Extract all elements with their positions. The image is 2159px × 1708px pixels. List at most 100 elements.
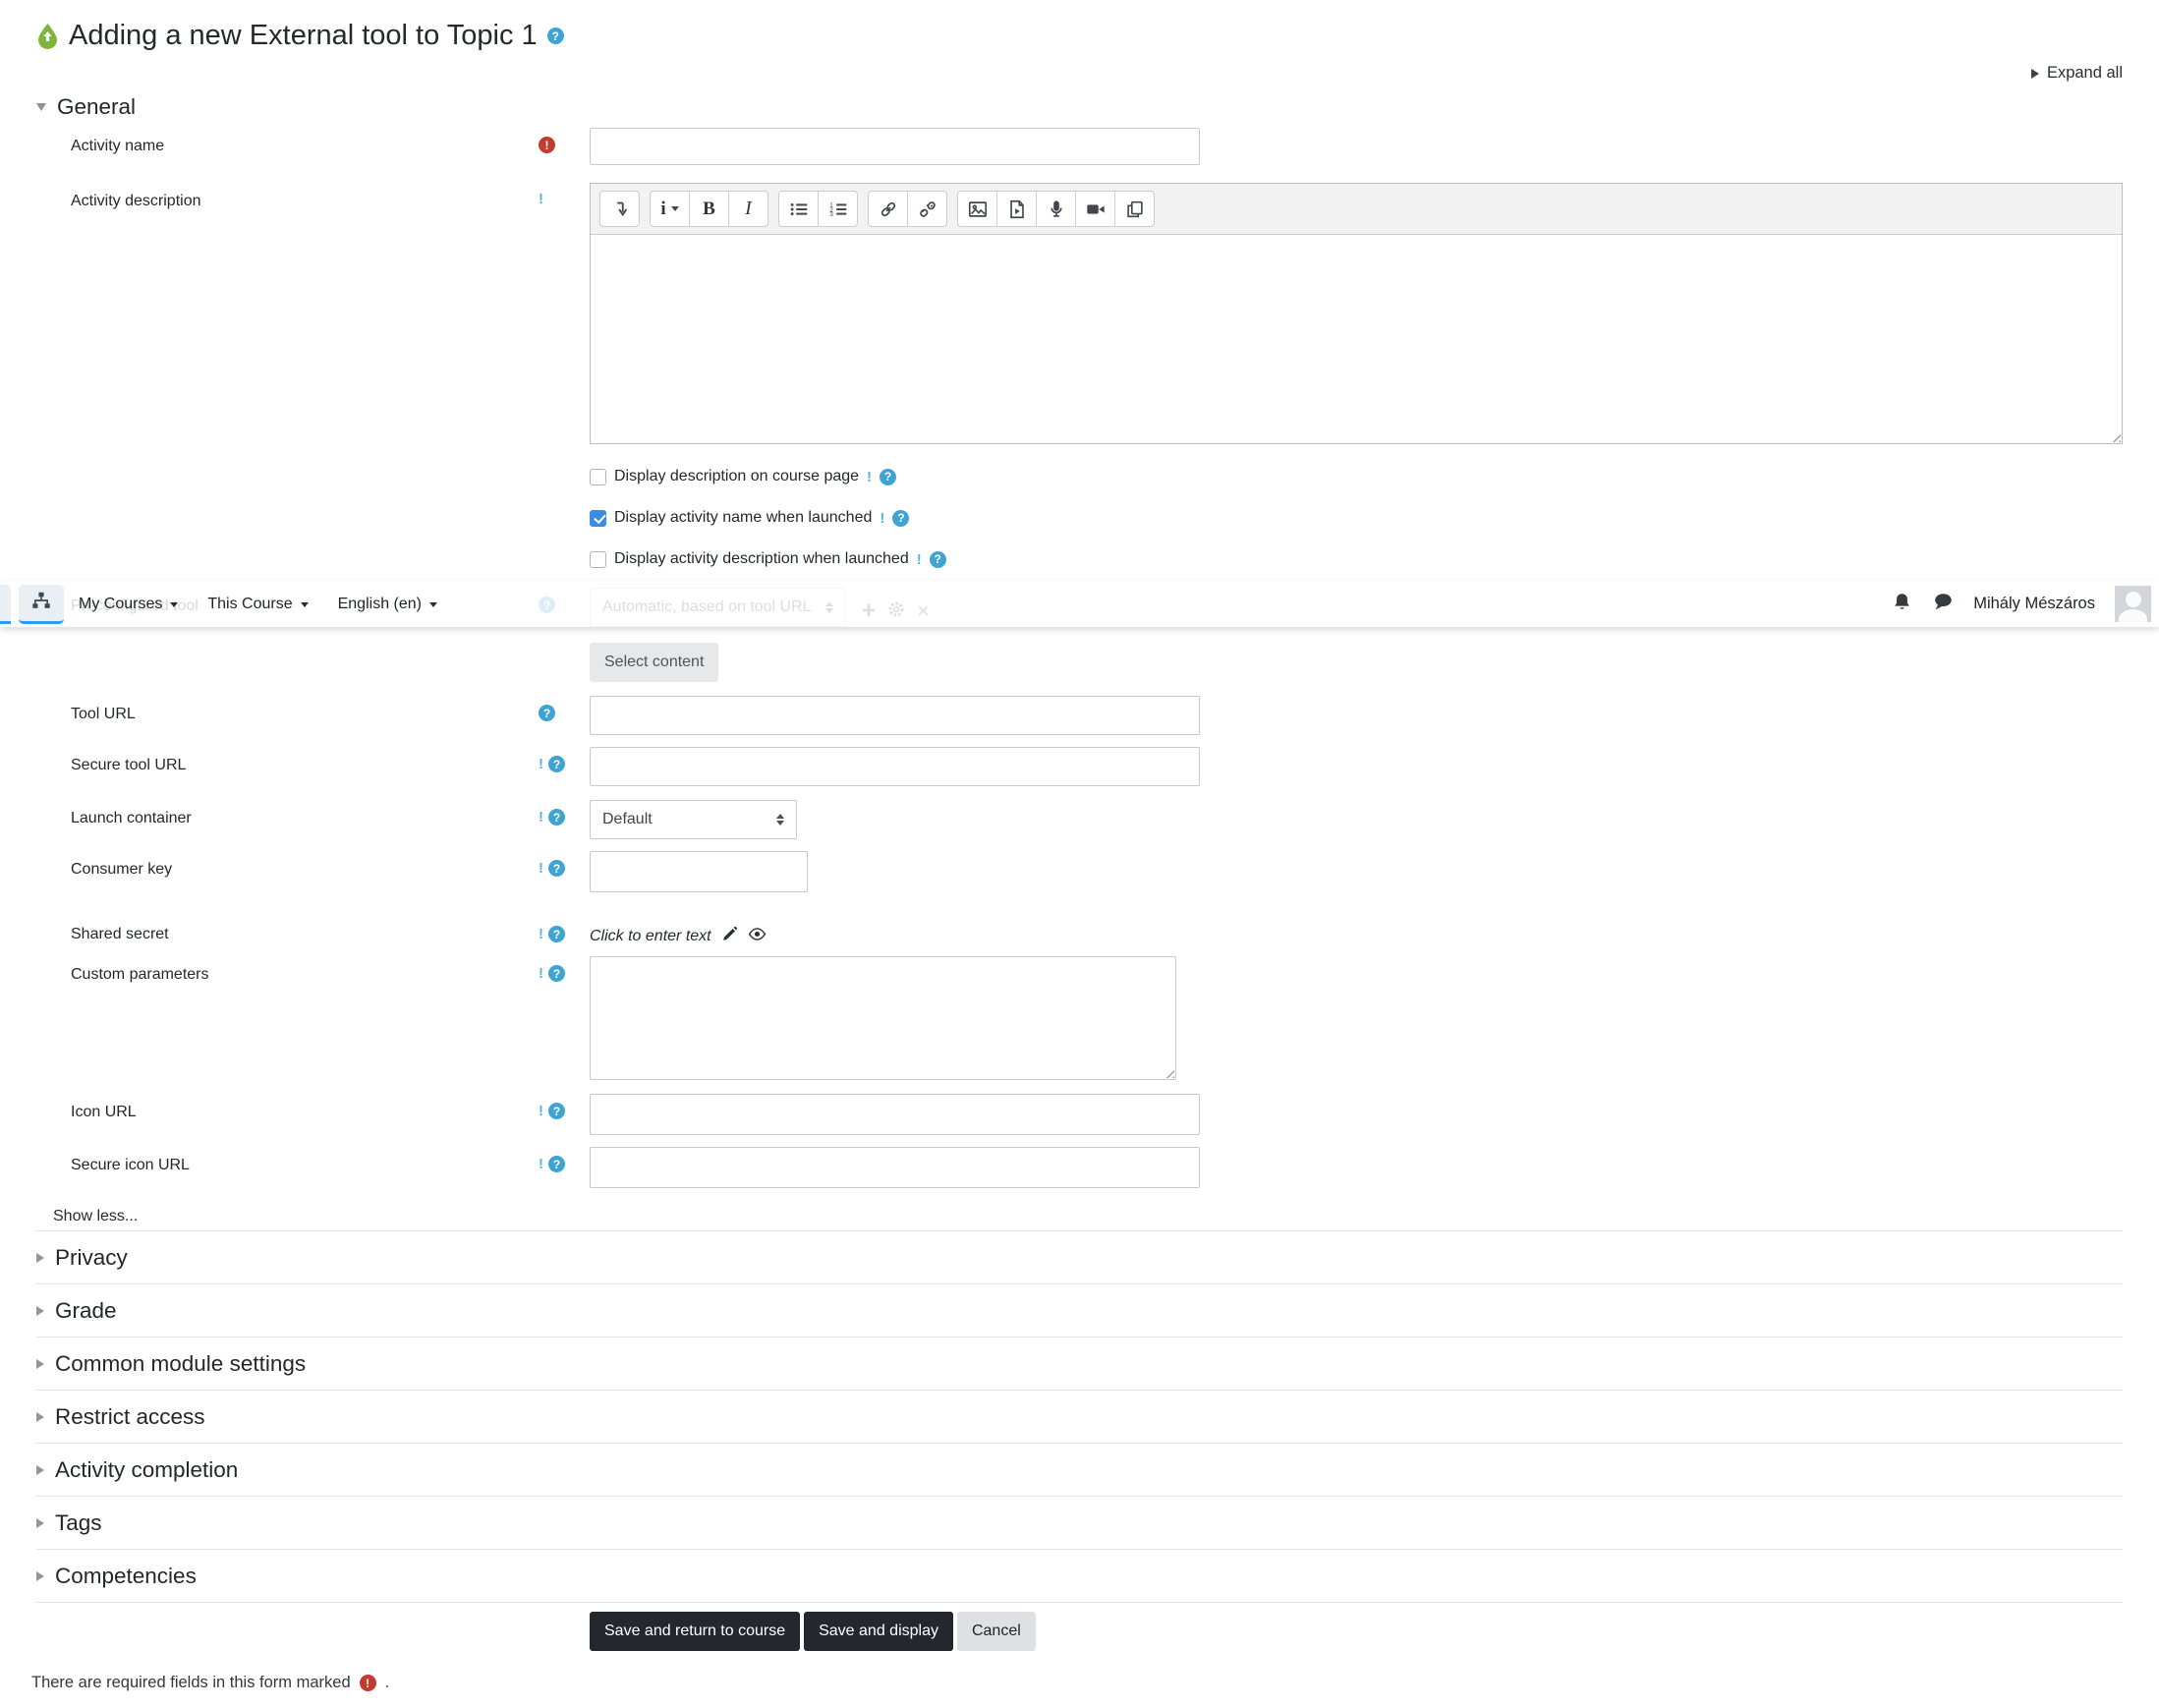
select-caret-icon — [776, 813, 784, 826]
record-video-button[interactable] — [1075, 191, 1115, 227]
italic-button[interactable]: I — [728, 191, 768, 227]
caret-right-icon — [36, 1412, 44, 1422]
help-icon[interactable]: ? — [546, 28, 564, 44]
page: Adding a new External tool to Topic 1 ? … — [0, 0, 2159, 1708]
insert-media-button[interactable] — [996, 191, 1037, 227]
advanced-field-icon: ! — [539, 860, 543, 877]
show-secret-eye-icon[interactable] — [748, 925, 767, 948]
launch-container-label: Launch container — [71, 810, 192, 826]
activity-description-row: Activity description ! i B I 1 2 3 — [36, 183, 2123, 444]
section-heading-restrict-access[interactable]: Restrict access — [36, 1391, 2123, 1443]
tool-url-row: Tool URL ? — [36, 696, 2123, 735]
top-navbar: My Courses This Course English (en) Mihá… — [0, 581, 2159, 627]
unordered-list-button[interactable] — [778, 191, 819, 227]
activity-name-row: Activity name ! — [36, 128, 2123, 165]
nav-this-course[interactable]: This Course — [193, 596, 322, 613]
launch-container-select[interactable]: Default — [590, 800, 797, 839]
required-icon: ! — [359, 1675, 376, 1691]
help-icon[interactable]: ? — [548, 965, 565, 982]
advanced-field-icon: ! — [539, 965, 543, 982]
user-name[interactable]: Mihály Mészáros — [1973, 595, 2095, 613]
display-activity-name-row: Display activity name when launched ! ? — [590, 509, 2123, 527]
section-heading-tags[interactable]: Tags — [36, 1497, 2123, 1549]
navbar-zone: Preconfigured tool ? Automatic, based on… — [0, 581, 2159, 629]
shared-secret-row: Shared secret !? Click to enter text — [36, 914, 2123, 948]
select-content-button[interactable]: Select content — [590, 643, 719, 682]
notifications-bell-icon[interactable] — [1892, 592, 1912, 617]
nav-edge-button[interactable] — [0, 584, 11, 624]
help-icon[interactable]: ? — [539, 705, 555, 721]
rich-text-editor: i B I 123 — [590, 183, 2123, 444]
form-actions: Save and return to course Save and displ… — [590, 1612, 2123, 1651]
unlink-button[interactable] — [907, 191, 947, 227]
caret-right-icon — [36, 1359, 44, 1369]
messages-chat-icon[interactable] — [1932, 591, 1954, 617]
caret-down-icon — [36, 103, 46, 111]
help-icon[interactable]: ? — [548, 860, 565, 877]
page-header: Adding a new External tool to Topic 1 ? — [36, 20, 2123, 52]
required-icon: ! — [539, 137, 555, 153]
section-heading-competencies[interactable]: Competencies — [36, 1550, 2123, 1602]
avatar[interactable] — [2115, 586, 2151, 622]
cancel-button[interactable]: Cancel — [956, 1612, 1036, 1651]
help-icon[interactable]: ? — [548, 926, 565, 942]
expand-all-link[interactable]: Expand all — [36, 64, 2123, 83]
caret-right-icon — [36, 1518, 44, 1528]
advanced-field-icon: ! — [539, 809, 543, 826]
checkbox-label: Display description on course page — [614, 468, 860, 484]
ordered-list-button[interactable]: 123 — [818, 191, 858, 227]
textarea-resize-handle[interactable] — [1163, 1066, 1174, 1078]
collapse-toolbar-button[interactable] — [599, 191, 640, 227]
consumer-key-row: Consumer key !? — [36, 851, 2123, 892]
help-icon[interactable]: ? — [929, 550, 946, 568]
link-button[interactable] — [868, 191, 908, 227]
save-and-display-button[interactable]: Save and display — [804, 1612, 953, 1651]
show-less-link[interactable]: Show less... — [53, 1208, 138, 1225]
site-home-button[interactable] — [19, 584, 64, 624]
launch-container-row: Launch container !? Default — [36, 800, 2123, 839]
shared-secret-inline-edit[interactable]: Click to enter text — [590, 928, 711, 945]
section-heading-common-module-settings[interactable]: Common module settings — [36, 1338, 2123, 1390]
editor-resize-handle[interactable] — [2109, 430, 2121, 442]
nav-language[interactable]: English (en) — [323, 596, 452, 613]
custom-parameters-row: Custom parameters !? — [36, 956, 2123, 1080]
insert-image-button[interactable] — [957, 191, 997, 227]
activity-name-input[interactable] — [590, 128, 1200, 165]
secure-icon-url-input[interactable] — [590, 1147, 1200, 1188]
secure-icon-url-label: Secure icon URL — [71, 1157, 190, 1173]
help-icon[interactable]: ? — [892, 509, 910, 527]
caret-right-icon — [36, 1306, 44, 1316]
edit-pencil-icon[interactable] — [721, 926, 738, 947]
caret-right-icon — [36, 1571, 44, 1581]
section-heading-activity-completion[interactable]: Activity completion — [36, 1444, 2123, 1496]
display-activity-description-checkbox[interactable] — [590, 550, 606, 568]
paragraph-styles-button[interactable]: i — [650, 191, 690, 227]
help-icon[interactable]: ? — [548, 1156, 565, 1172]
section-heading-grade[interactable]: Grade — [36, 1284, 2123, 1337]
checkbox-label: Display activity description when launch… — [614, 550, 909, 567]
tool-url-input[interactable] — [590, 696, 1200, 735]
editor-toolbar: i B I 123 — [591, 184, 2122, 235]
secure-icon-url-row: Secure icon URL !? — [36, 1147, 2123, 1188]
custom-parameters-textarea[interactable] — [590, 956, 1176, 1080]
section-heading-general[interactable]: General — [36, 94, 2123, 120]
display-activity-name-checkbox[interactable] — [590, 509, 606, 527]
record-audio-button[interactable] — [1036, 191, 1076, 227]
icon-url-input[interactable] — [590, 1094, 1200, 1135]
save-and-return-button[interactable]: Save and return to course — [590, 1612, 801, 1651]
manage-files-button[interactable] — [1114, 191, 1155, 227]
help-icon[interactable]: ? — [548, 1103, 565, 1119]
editor-content-area[interactable] — [591, 235, 2122, 443]
nav-my-courses[interactable]: My Courses — [64, 596, 193, 613]
advanced-field-icon: ! — [539, 1103, 543, 1119]
help-icon[interactable]: ? — [880, 468, 897, 485]
help-icon[interactable]: ? — [548, 809, 565, 826]
display-description-checkbox[interactable] — [590, 468, 606, 485]
display-description-row: Display description on course page ! ? — [590, 468, 2123, 485]
section-heading-privacy[interactable]: Privacy — [36, 1231, 2123, 1283]
bold-button[interactable]: B — [689, 191, 729, 227]
secure-tool-url-input[interactable] — [590, 747, 1200, 786]
consumer-key-input[interactable] — [590, 851, 808, 892]
icon-url-label: Icon URL — [71, 1104, 137, 1120]
help-icon[interactable]: ? — [548, 756, 565, 772]
